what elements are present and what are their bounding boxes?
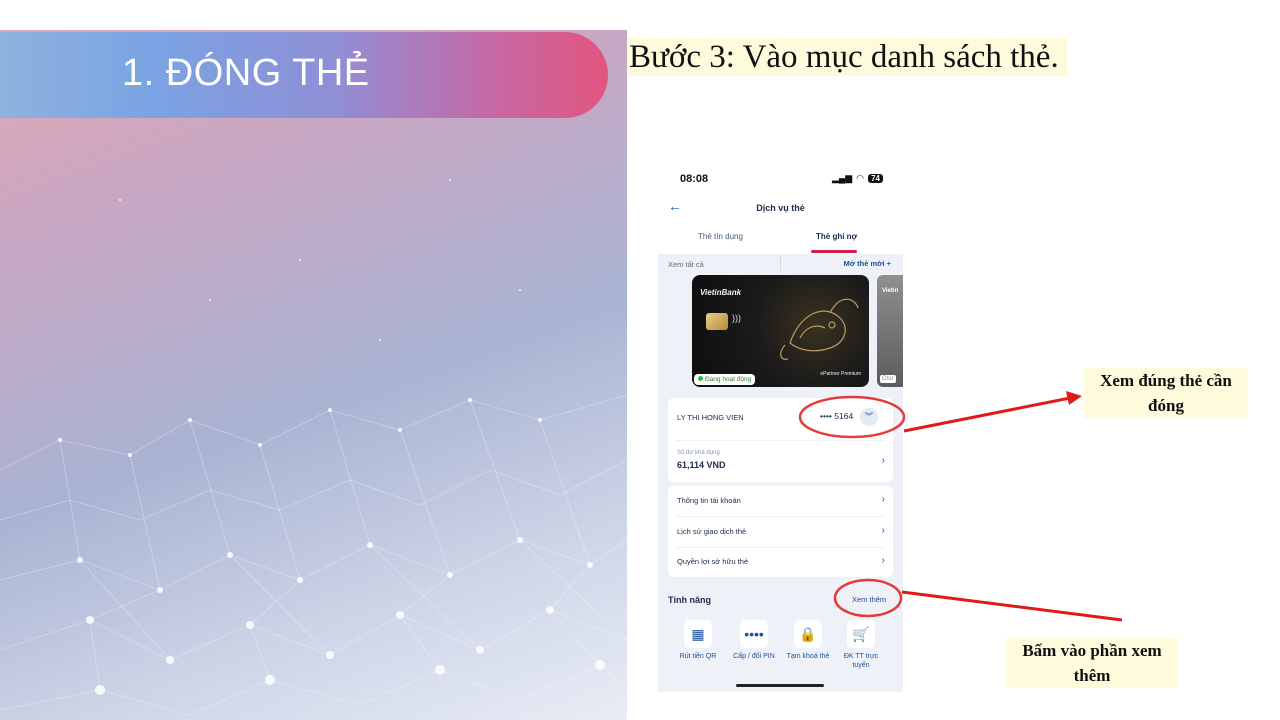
- next-card-brand: Vietin: [882, 288, 899, 294]
- chevron-right-icon[interactable]: ›: [882, 525, 885, 536]
- feature-qr-withdraw[interactable]: ▦ Rút tiền QR: [672, 620, 724, 661]
- wifi-icon: ◠: [856, 173, 865, 183]
- lock-card-icon: 🔒: [794, 620, 822, 648]
- cart-icon: 🛒: [847, 620, 875, 648]
- annotation-note-see-more: Bấm vào phần xem thêm: [1006, 638, 1178, 688]
- pin-icon: ••••: [740, 620, 768, 648]
- divider: [676, 516, 885, 517]
- menu-item-account-info[interactable]: Thông tin tài khoản: [677, 496, 741, 505]
- status-icons: ▂▄▆ ◠ 74: [832, 173, 883, 184]
- step-title: Bước 3: Vào mục danh sách thẻ.: [627, 38, 1067, 76]
- arrow-from-see-more: [901, 590, 1123, 622]
- phone-screenshot: 08:08 ▂▄▆ ◠ 74 ← Dịch vụ thẻ Thẻ tín dụn…: [658, 162, 903, 692]
- chevron-down-icon[interactable]: ︾: [860, 408, 878, 426]
- qr-icon: ▦: [684, 620, 712, 648]
- see-all-link[interactable]: Xem tất cả: [668, 260, 704, 269]
- debit-card-image[interactable]: VietinBank ))) ePartner Premium Đang hoạ…: [692, 275, 869, 387]
- tab-debit-card[interactable]: Thẻ ghi nợ: [816, 232, 857, 241]
- balance-label: Số dư khả dụng: [677, 450, 720, 456]
- card-holder-panel: LY THI HONG VIEN •••• 5164 ︾ Số dư khả d…: [668, 398, 893, 482]
- open-new-card-link[interactable]: Mở thẻ mới +: [843, 259, 891, 268]
- card-holder-name: LY THI HONG VIEN: [677, 413, 744, 422]
- divider: [676, 440, 885, 441]
- feature-lock-card[interactable]: 🔒 Tạm khoá thẻ: [782, 620, 834, 661]
- battery-icon: 74: [868, 174, 883, 183]
- features-title: Tính năng: [668, 595, 711, 605]
- section-title: 1. ĐÓNG THẺ: [122, 52, 370, 94]
- next-card-status: Chư: [880, 375, 896, 383]
- next-card-preview[interactable]: Vietin Chư: [877, 275, 903, 387]
- contactless-icon: ))): [732, 313, 741, 323]
- tab-credit-card[interactable]: Thẻ tín dụng: [698, 232, 743, 241]
- card-chip-icon: [706, 313, 728, 330]
- menu-item-transaction-history[interactable]: Lịch sử giao dịch thẻ: [677, 527, 746, 536]
- card-status-badge: Đang hoạt động: [694, 374, 756, 385]
- balance-value: 61,114 VND: [677, 460, 726, 470]
- card-number-mask: •••• 5164: [820, 411, 854, 421]
- card-brand-logo: VietinBank: [700, 288, 742, 297]
- home-indicator: [736, 684, 824, 687]
- feature-pin[interactable]: •••• Cấp / đổi PIN: [728, 620, 780, 661]
- divider: [676, 547, 885, 548]
- screen-title: Dịch vụ thẻ: [756, 203, 805, 213]
- signal-icon: ▂▄▆: [832, 173, 853, 183]
- card-menu-panel: Thông tin tài khoản › Lịch sử giao dịch …: [668, 486, 893, 577]
- chevron-right-icon[interactable]: ›: [882, 494, 885, 505]
- menu-item-card-benefits[interactable]: Quyền lợi sở hữu thẻ: [677, 557, 748, 566]
- active-dot-icon: [698, 376, 703, 381]
- active-tab-indicator: [811, 250, 857, 253]
- divider: [780, 256, 781, 271]
- annotation-note-card: Xem đúng thẻ cần đóng: [1084, 368, 1248, 418]
- status-time: 08:08: [680, 173, 709, 185]
- feature-online-payment[interactable]: 🛒 ĐK TT trực tuyến: [835, 620, 887, 670]
- arrow-to-card-note: [903, 391, 1082, 433]
- chevron-right-icon[interactable]: ›: [882, 455, 885, 466]
- see-more-link[interactable]: Xem thêm: [852, 595, 886, 604]
- chevron-right-icon[interactable]: ›: [882, 555, 885, 566]
- koi-fish-artwork: [780, 298, 859, 360]
- card-partner-label: ePartner Premium: [820, 371, 861, 377]
